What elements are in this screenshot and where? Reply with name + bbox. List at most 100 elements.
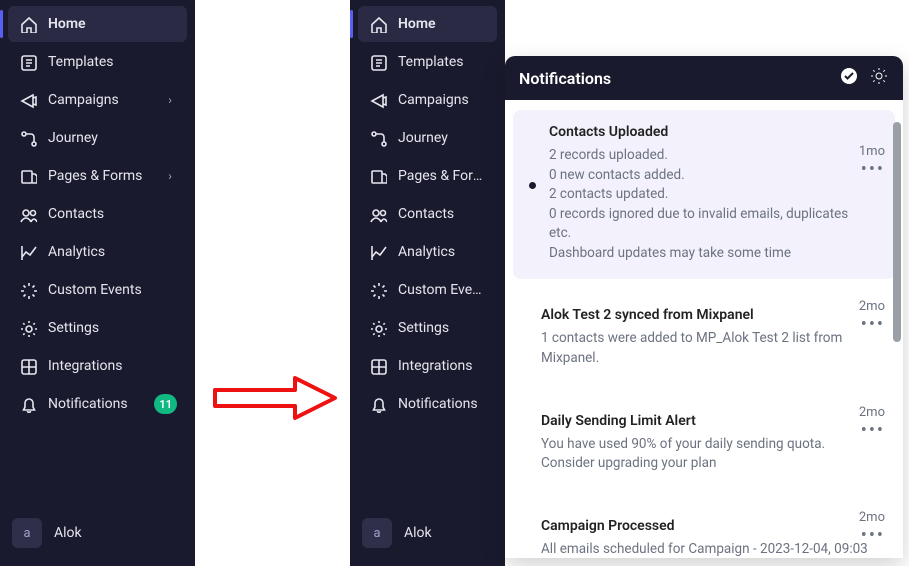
settings-icon — [18, 318, 38, 338]
sidebar-item-label: Analytics — [398, 244, 487, 260]
events-icon — [18, 280, 38, 300]
sidebar-item-notifications[interactable]: Notifications 11 — [8, 386, 187, 422]
sidebar-item-contacts[interactable]: Contacts — [8, 196, 187, 232]
notifications-icon — [18, 394, 38, 414]
sidebar-item-integrations[interactable]: Integrations — [8, 348, 187, 384]
settings-icon — [368, 318, 388, 338]
sidebar-item-journey[interactable]: Journey — [8, 120, 187, 156]
sidebar-item-label: Notifications — [398, 396, 487, 412]
sidebar-item-campaigns[interactable]: Campaigns › — [8, 82, 187, 118]
sidebar-item-label: Campaigns — [48, 92, 163, 108]
sidebar-user[interactable]: a Alok — [12, 518, 183, 548]
sidebar-item-templates[interactable]: Templates — [8, 44, 187, 80]
avatar: a — [362, 518, 392, 548]
chevron-right-icon: › — [163, 169, 177, 183]
sidebar-list: Home Templates Campaigns Journey Pages &… — [350, 0, 505, 422]
sidebar-item-custom-events[interactable]: Custom Events — [8, 272, 187, 308]
mark-all-read-button[interactable] — [839, 66, 859, 90]
sidebar-item-label: Templates — [48, 54, 177, 70]
sidebar-item-label: Custom Events — [48, 282, 177, 298]
sidebar-item-custom-events[interactable]: Custom Events — [358, 272, 497, 308]
integrations-icon — [18, 356, 38, 376]
notification-body: 1 contacts were added to MP_Alok Test 2 … — [541, 329, 871, 368]
sidebar-item-label: Journey — [398, 130, 487, 146]
scrollbar-thumb[interactable] — [893, 122, 901, 342]
notifications-badge: 11 — [154, 394, 177, 414]
notifications-actions — [839, 66, 889, 90]
notification-body: You have used 90% of your daily sending … — [541, 435, 871, 474]
sidebar-item-pages-forms[interactable]: Pages & Forms › — [8, 158, 187, 194]
annotation-arrow — [210, 370, 340, 426]
notification-body: All emails scheduled for Campaign - 2023… — [541, 540, 871, 558]
contacts-icon — [368, 204, 388, 224]
sidebar-item-home[interactable]: Home — [358, 6, 497, 42]
notification-item[interactable]: Alok Test 2 synced from Mixpanel 1 conta… — [513, 293, 895, 384]
sidebar-item-analytics[interactable]: Analytics — [358, 234, 497, 270]
notifications-icon — [368, 394, 388, 414]
sidebar-item-journey[interactable]: Journey — [358, 120, 497, 156]
sidebar-item-notifications[interactable]: Notifications — [358, 386, 497, 422]
sidebar-item-analytics[interactable]: Analytics — [8, 234, 187, 270]
notifications-title: Notifications — [519, 69, 839, 88]
sidebar-item-home[interactable]: Home — [8, 6, 187, 42]
notification-more-button[interactable]: ••• — [859, 320, 885, 330]
notification-more-button[interactable]: ••• — [859, 531, 885, 541]
analytics-icon — [18, 242, 38, 262]
sidebar-item-label: Journey — [48, 130, 177, 146]
sidebar-item-settings[interactable]: Settings — [8, 310, 187, 346]
sidebar-item-templates[interactable]: Templates — [358, 44, 497, 80]
notification-title: Alok Test 2 synced from Mixpanel — [541, 307, 871, 323]
sidebar-item-label: Contacts — [398, 206, 487, 222]
sidebar-before: Home Templates Campaigns › Journey Pages… — [0, 0, 195, 566]
user-name: Alok — [54, 525, 82, 541]
sidebar-item-label: Home — [398, 16, 487, 32]
sidebar-item-label: Campaigns — [398, 92, 487, 108]
notification-item[interactable]: Daily Sending Limit Alert You have used … — [513, 399, 895, 490]
notification-time: 2mo — [859, 299, 885, 314]
sidebar-item-label: Integrations — [398, 358, 487, 374]
contacts-icon — [18, 204, 38, 224]
notifications-body: Contacts Uploaded 2 records uploaded.0 n… — [505, 100, 903, 558]
notification-item[interactable]: Campaign Processed All emails scheduled … — [513, 504, 895, 558]
notification-more-button[interactable]: ••• — [859, 165, 885, 175]
sidebar-item-pages-forms[interactable]: Pages & Forms — [358, 158, 497, 194]
sidebar-item-label: Templates — [398, 54, 487, 70]
campaigns-icon — [18, 90, 38, 110]
user-name: Alok — [404, 525, 432, 541]
notification-settings-button[interactable] — [869, 66, 889, 90]
templates-icon — [18, 52, 38, 72]
home-icon — [368, 14, 388, 34]
templates-icon — [368, 52, 388, 72]
sidebar-item-label: Pages & Forms — [398, 168, 487, 184]
pages-icon — [18, 166, 38, 186]
notification-time: 2mo — [859, 405, 885, 420]
scrollbar[interactable] — [891, 108, 903, 550]
chevron-right-icon: › — [163, 93, 177, 107]
sidebar-item-contacts[interactable]: Contacts — [358, 196, 497, 232]
sidebar-item-settings[interactable]: Settings — [358, 310, 497, 346]
pages-icon — [368, 166, 388, 186]
sidebar-item-label: Notifications — [48, 396, 154, 412]
notification-title: Campaign Processed — [541, 518, 871, 534]
sidebar-item-label: Contacts — [48, 206, 177, 222]
notification-body: 2 records uploaded.0 new contacts added.… — [549, 146, 871, 263]
sidebar-item-integrations[interactable]: Integrations — [358, 348, 497, 384]
notification-time: 1mo — [859, 144, 885, 159]
sidebar-item-label: Pages & Forms — [48, 168, 163, 184]
analytics-icon — [368, 242, 388, 262]
sidebar-user[interactable]: a Alok — [362, 518, 493, 548]
notification-meta: 2mo ••• — [859, 405, 885, 436]
journey-icon — [18, 128, 38, 148]
sidebar-item-label: Settings — [398, 320, 487, 336]
events-icon — [368, 280, 388, 300]
notification-more-button[interactable]: ••• — [859, 426, 885, 436]
notification-item[interactable]: Contacts Uploaded 2 records uploaded.0 n… — [513, 110, 895, 279]
unread-dot-icon — [529, 182, 536, 189]
notification-meta: 2mo ••• — [859, 510, 885, 541]
notification-meta: 1mo ••• — [859, 144, 885, 175]
home-icon — [18, 14, 38, 34]
sidebar-item-label: Home — [48, 16, 177, 32]
sidebar-item-label: Custom Events — [398, 282, 487, 298]
sidebar-item-campaigns[interactable]: Campaigns — [358, 82, 497, 118]
notification-title: Daily Sending Limit Alert — [541, 413, 871, 429]
